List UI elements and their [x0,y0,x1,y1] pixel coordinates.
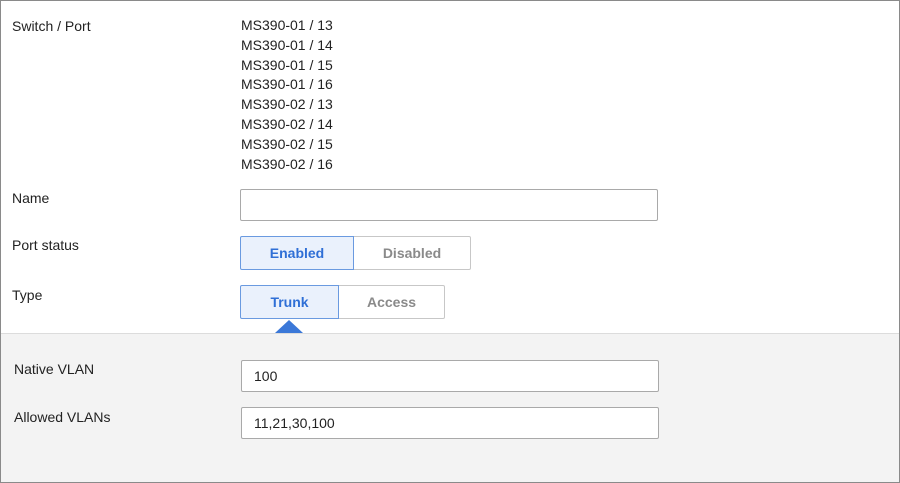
enabled-button[interactable]: Enabled [240,236,354,270]
port-list-item: MS390-01 / 14 [241,36,333,53]
trunk-settings-panel: Native VLAN Allowed VLANs [1,333,899,482]
type-toggle: Trunk Access [240,285,445,319]
trunk-pointer-caret-icon [275,320,303,333]
port-list-item: MS390-02 / 14 [241,115,333,132]
type-label: Type [12,287,43,303]
disabled-button[interactable]: Disabled [354,236,471,270]
port-list-item: MS390-01 / 13 [241,17,333,33]
native-vlan-input[interactable] [241,360,659,392]
port-list-item: MS390-01 / 16 [241,76,333,93]
switch-port-edit-form: Switch / Port MS390-01 / 13 MS390-01 / 1… [0,0,900,483]
name-label: Name [12,190,50,206]
switch-port-label: Switch / Port [12,18,91,34]
switch-port-list: MS390-01 / 13 MS390-01 / 14 MS390-01 / 1… [241,16,333,174]
port-list-item: MS390-02 / 15 [241,135,333,152]
allowed-vlans-input[interactable] [241,407,659,439]
trunk-button[interactable]: Trunk [240,285,339,319]
port-list-item: MS390-02 / 16 [241,155,333,172]
port-list-item: MS390-01 / 15 [241,56,333,73]
name-input[interactable] [240,189,658,221]
port-list-item: MS390-02 / 13 [241,96,333,113]
native-vlan-label: Native VLAN [14,361,95,377]
port-status-label: Port status [12,237,79,253]
port-status-toggle: Enabled Disabled [240,236,471,270]
allowed-vlans-label: Allowed VLANs [14,409,111,425]
access-button[interactable]: Access [339,285,445,319]
